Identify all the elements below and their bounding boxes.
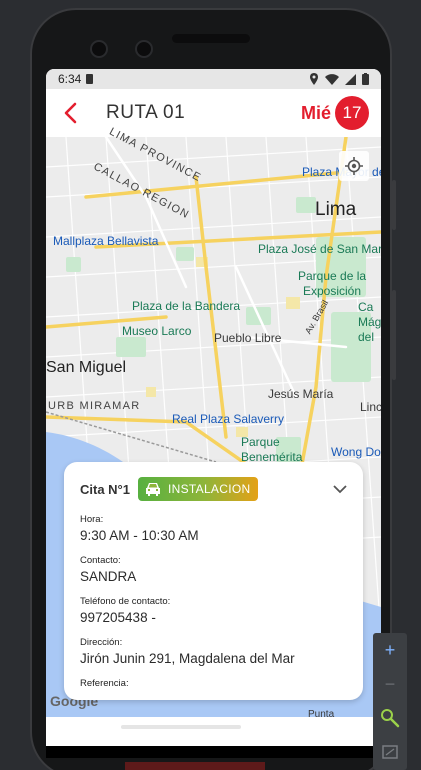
zoom-in-button[interactable]: +: [373, 633, 407, 667]
battery-icon: [362, 73, 369, 85]
map-label-parque-exposicion-2: Exposición: [303, 284, 362, 298]
map-label-lince: Linc: [360, 400, 381, 414]
fit-screen-button[interactable]: [373, 735, 407, 769]
map-label-wong: Wong Do: [331, 445, 381, 459]
volume-button[interactable]: [392, 290, 396, 380]
magnifier-icon: [381, 709, 400, 728]
telefono-value[interactable]: 997205438 -: [80, 610, 347, 625]
fit-screen-icon: [382, 745, 398, 759]
contacto-label: Contacto:: [80, 555, 121, 566]
day-number-badge: 17: [335, 96, 369, 130]
map-label-museo-larco: Museo Larco: [122, 324, 192, 338]
navigation-bar: [46, 746, 381, 758]
map-label-real-plaza: Real Plaza Salaverry: [172, 412, 285, 426]
crosshair-icon: [345, 157, 363, 175]
map-label-plaza-bandera: Plaza de la Bandera: [132, 299, 241, 313]
home-gesture-pill[interactable]: [121, 725, 241, 729]
status-time: 6:34: [58, 72, 82, 86]
power-button[interactable]: [392, 180, 396, 230]
map-label-campo-3: del: [358, 330, 375, 344]
appointment-number: Cita N°1: [80, 481, 130, 497]
page-title: RUTA 01: [106, 102, 186, 123]
phone-screen: 6:34 RUTA 01 Mié 17 LIMA PROVINCE CALLAO…: [46, 69, 381, 746]
hora-label: Hora:: [80, 514, 104, 525]
hora-value: 9:30 AM - 10:30 AM: [80, 528, 199, 543]
telefono-label: Teléfono de contacto:: [80, 596, 171, 607]
location-icon: [310, 73, 318, 85]
map-label-campo-1: Ca: [358, 300, 374, 314]
front-camera: [90, 40, 108, 58]
day-name: Mié: [300, 102, 331, 123]
referencia-label: Referencia:: [80, 678, 129, 689]
map-label-jesus-maria: Jesús María: [268, 387, 334, 401]
map-label-mallplaza: Mallplaza Bellavista: [53, 234, 159, 248]
map-label-san-miguel: San Miguel: [46, 359, 127, 376]
expand-button[interactable]: [333, 484, 347, 494]
date-indicator[interactable]: Mié 17: [301, 96, 369, 130]
bottom-strip: [125, 762, 265, 770]
contacto-value: SANDRA: [80, 569, 137, 584]
status-bar: 6:34: [46, 69, 381, 89]
card-header[interactable]: Cita N°1 INSTALACION: [80, 476, 347, 502]
sim-icon: [86, 74, 94, 84]
magnifier-button[interactable]: [373, 701, 407, 735]
car-icon: [144, 482, 162, 496]
map-label-lima: Lima: [315, 199, 357, 220]
signal-icon: [345, 73, 356, 85]
service-type-label: INSTALACION: [168, 482, 251, 496]
bottom-bar: [46, 717, 381, 746]
service-type-badge: INSTALACION: [138, 477, 259, 501]
app-bar: RUTA 01 Mié 17: [46, 89, 381, 137]
back-arrow-icon: [64, 102, 77, 124]
zoom-out-button[interactable]: −: [373, 667, 407, 701]
map-label-urb-miramar: URB MIRAMAR: [48, 400, 141, 412]
map-label-plaza-jose: Plaza José de San Mart: [258, 242, 381, 256]
map-label-parque-exposicion-1: Parque de la: [298, 269, 367, 283]
emulator-stage: 6:34 RUTA 01 Mié 17 LIMA PROVINCE CALLAO…: [0, 0, 421, 770]
back-button[interactable]: [46, 89, 94, 137]
map-label-pueblo-libre: Pueblo Libre: [214, 331, 282, 345]
direccion-label: Dirección:: [80, 637, 123, 648]
chevron-down-icon: [333, 484, 347, 493]
map-label-parque-benemerita-1: Parque: [241, 435, 280, 449]
wifi-icon: [325, 73, 339, 85]
appointment-card[interactable]: Cita N°1 INSTALACION Hora: 9:30 AM - 10:…: [64, 462, 363, 700]
direccion-value: Jirón Junin 291, Magdalena del Mar: [80, 651, 295, 666]
earpiece-speaker: [172, 34, 250, 43]
map-label-campo-2: Mág: [358, 315, 381, 329]
front-sensor: [135, 40, 153, 58]
my-location-button[interactable]: [339, 151, 369, 181]
emulator-toolbar: + −: [373, 633, 407, 770]
